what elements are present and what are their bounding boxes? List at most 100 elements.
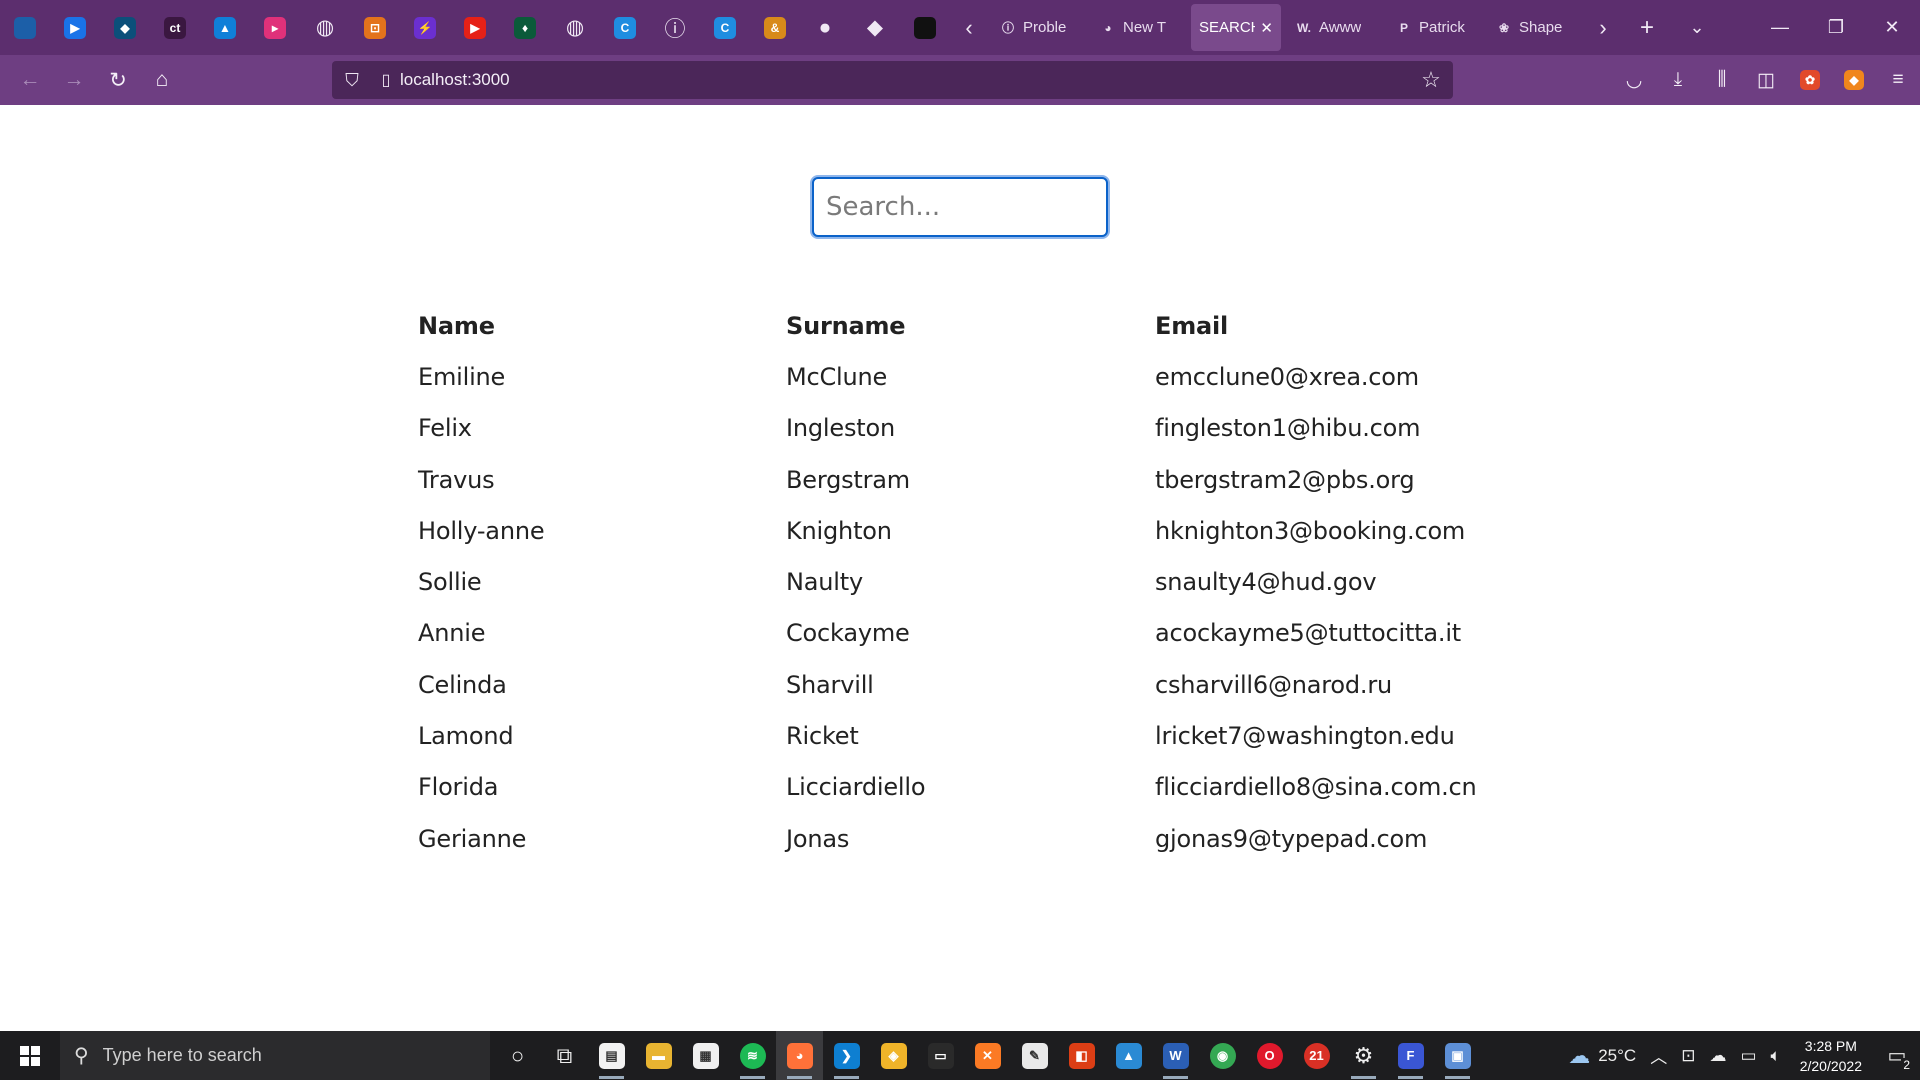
device-tray-button[interactable]: ⊡ xyxy=(1674,1031,1702,1080)
metamask-button[interactable]: ◆ xyxy=(1832,55,1876,105)
new-tab-button[interactable]: + xyxy=(1622,0,1672,55)
sidebar-button[interactable]: ◫ xyxy=(1744,55,1788,105)
home-button[interactable]: ⌂ xyxy=(140,55,184,105)
taskbar-app-button[interactable]: ⚙ xyxy=(1340,1031,1387,1080)
pinned-tab[interactable]: & xyxy=(750,0,800,55)
pinned-tab[interactable]: ▶ xyxy=(50,0,100,55)
pinned-tab[interactable]: ct xyxy=(150,0,200,55)
url-text[interactable]: localhost:3000 xyxy=(400,70,1409,90)
notification-center-button[interactable]: ▭ 2 xyxy=(1874,1031,1920,1080)
pinned-tab[interactable]: ◍ xyxy=(550,0,600,55)
settings-icon: ⚙ xyxy=(1353,1042,1374,1068)
clock-time: 3:28 PM xyxy=(1804,1037,1857,1054)
p-app-icon: P xyxy=(1399,20,1408,35)
pinned-tab[interactable]: ⓘ xyxy=(650,0,700,55)
pinned-tab[interactable] xyxy=(0,0,50,55)
file-explorer-icon: ▬ xyxy=(645,1042,672,1069)
pinned-tab[interactable]: ◍ xyxy=(300,0,350,55)
pinned-tab[interactable]: ⚡ xyxy=(400,0,450,55)
taskbar-app-button[interactable]: ✕ xyxy=(964,1031,1011,1080)
tab[interactable]: ❀ Shape xyxy=(1487,4,1581,51)
cell-name: Holly-anne xyxy=(418,516,545,545)
close-tab-icon[interactable]: ✕ xyxy=(1260,19,1273,37)
cell-name: Emiline xyxy=(418,363,506,391)
taskbar-app-button[interactable]: ≋ xyxy=(729,1031,776,1080)
taskbar-app-button[interactable]: ▣ xyxy=(1434,1031,1481,1080)
scroll-tabs-left-button[interactable]: ‹ xyxy=(950,0,988,55)
table-header-row: Name Surname Email xyxy=(418,312,1518,363)
forward-button[interactable]: → xyxy=(52,55,96,105)
cell-email: tbergstram2@pbs.org xyxy=(1155,465,1415,494)
clock[interactable]: 3:28 PM 2/20/2022 xyxy=(1788,1036,1874,1076)
tab[interactable]: W. Awww xyxy=(1287,4,1381,51)
taskbar-app-button[interactable]: ▦ xyxy=(682,1031,729,1080)
taskbar-app-button[interactable]: F xyxy=(1387,1031,1434,1080)
library-button[interactable]: ⫼ xyxy=(1700,55,1744,105)
taskbar-app-button[interactable]: 21 xyxy=(1293,1031,1340,1080)
tracking-protection-shield-icon[interactable]: ⛉ xyxy=(332,70,372,91)
pinned-tab[interactable]: C xyxy=(700,0,750,55)
weather-widget[interactable]: ☁ 25°C xyxy=(1561,1031,1643,1080)
scroll-tabs-right-button[interactable]: › xyxy=(1584,0,1622,55)
taskbar-app-button[interactable]: ◧ xyxy=(1058,1031,1105,1080)
volume-button[interactable]: 🔈︎ xyxy=(1764,1031,1788,1080)
info-icon: ⓘ xyxy=(664,17,686,41)
pocket-button[interactable]: ◡ xyxy=(1612,55,1656,105)
taskbar-app-button[interactable]: ▤ xyxy=(588,1031,635,1080)
search-input[interactable] xyxy=(812,177,1108,237)
address-bar[interactable]: ⛉ ▯ localhost:3000 ☆ xyxy=(332,61,1453,99)
xampp-icon: ✕ xyxy=(974,1042,1001,1069)
extension-button[interactable]: ✿ xyxy=(1788,55,1832,105)
taskbar-app-button[interactable]: ⧉ xyxy=(541,1031,588,1080)
taskbar-app-button[interactable]: O xyxy=(1246,1031,1293,1080)
firefox-icon: ◕ xyxy=(786,1042,813,1069)
tab[interactable]: ◕ New T xyxy=(1091,4,1185,51)
pinned-tab[interactable]: ♦ xyxy=(500,0,550,55)
minimize-button[interactable]: — xyxy=(1752,0,1808,55)
tab-label: Patrick xyxy=(1419,19,1465,36)
taskbar-search-box[interactable]: ⚲ Type here to search xyxy=(60,1031,490,1080)
pinned-tab[interactable]: ◆ xyxy=(850,0,900,55)
list-all-tabs-button[interactable]: ⌄ xyxy=(1672,0,1722,55)
arrow-left-icon: ← xyxy=(19,68,41,91)
show-hidden-icons-button[interactable]: ︿ xyxy=(1643,1031,1674,1080)
cell-name: Gerianne xyxy=(418,824,527,853)
cell-surname: Ricket xyxy=(786,722,859,751)
taskbar-app-button[interactable]: W xyxy=(1152,1031,1199,1080)
app-menu-button[interactable]: ≡ xyxy=(1876,55,1920,105)
start-button[interactable] xyxy=(0,1031,60,1080)
page-info-icon[interactable]: ▯ xyxy=(372,70,400,90)
taskbar-app-button[interactable]: ❯ xyxy=(823,1031,870,1080)
taskbar-app-button[interactable]: ✎ xyxy=(1011,1031,1058,1080)
pinned-tab[interactable]: ● xyxy=(800,0,850,55)
photos-icon: ▲ xyxy=(1115,1042,1142,1069)
pinned-tab[interactable]: ▸ xyxy=(250,0,300,55)
office-icon: ◧ xyxy=(1068,1042,1095,1069)
taskbar-app-button[interactable]: ◉ xyxy=(1199,1031,1246,1080)
restore-button[interactable]: ❐ xyxy=(1808,0,1864,55)
taskbar-app-button[interactable]: ◕ xyxy=(776,1031,823,1080)
onedrive-button[interactable]: ☁ xyxy=(1702,1031,1733,1080)
reload-button[interactable]: ↻ xyxy=(96,55,140,105)
close-window-button[interactable]: ✕ xyxy=(1864,0,1920,55)
pinned-tab[interactable]: ⊡ xyxy=(350,0,400,55)
bookmark-star-icon[interactable]: ☆ xyxy=(1409,67,1453,93)
pinned-tab[interactable]: ◆ xyxy=(100,0,150,55)
pinned-tab[interactable] xyxy=(900,0,950,55)
battery-button[interactable]: ▭ xyxy=(1733,1031,1763,1080)
taskbar-app-button[interactable]: ○ xyxy=(494,1031,541,1080)
taskbar-app-button[interactable]: ▬ xyxy=(635,1031,682,1080)
pinned-tabs: ▶ ◆ ct ▲ ▸ ◍ ⊡ ⚡ ▶ ♦ ◍ Cⓘ C & ● ◆ xyxy=(0,0,950,55)
pinned-tab[interactable]: ▶ xyxy=(450,0,500,55)
pinned-tab[interactable]: ▲ xyxy=(200,0,250,55)
taskbar-app-button[interactable]: ◈ xyxy=(870,1031,917,1080)
tab[interactable]: P Patrick xyxy=(1387,4,1481,51)
back-button[interactable]: ← xyxy=(8,55,52,105)
tab-active[interactable]: SEARCH ✕ xyxy=(1191,4,1281,51)
pinned-tab[interactable]: C xyxy=(600,0,650,55)
tab[interactable]: ⓘ Proble xyxy=(991,4,1085,51)
taskbar-app-button[interactable]: ▭ xyxy=(917,1031,964,1080)
github-icon: ● xyxy=(818,15,832,39)
taskbar-app-button[interactable]: ▲ xyxy=(1105,1031,1152,1080)
downloads-button[interactable]: ⤓ xyxy=(1656,55,1700,105)
